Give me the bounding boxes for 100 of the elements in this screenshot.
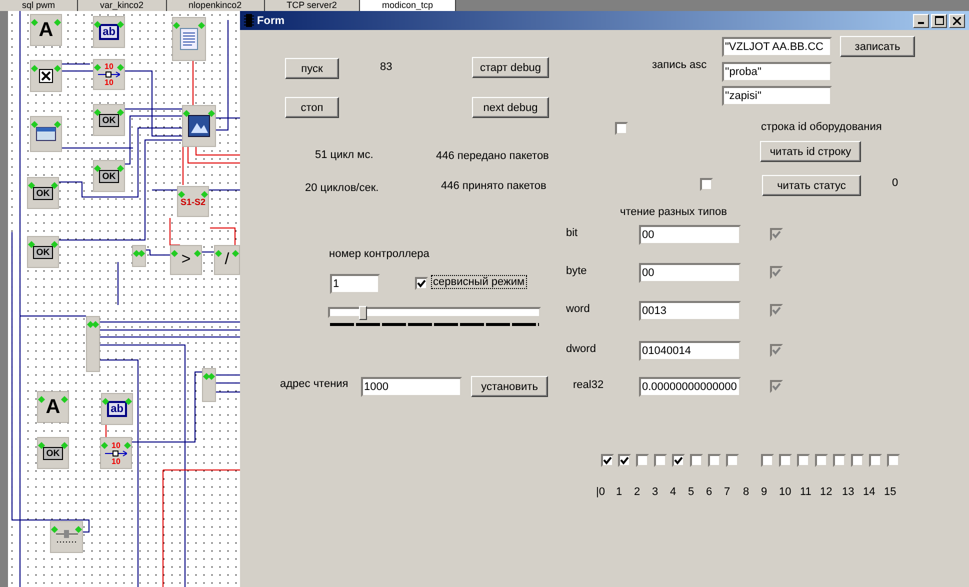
- diagram-block[interactable]: [182, 105, 216, 147]
- checkbox[interactable]: [618, 454, 631, 467]
- maximize-button[interactable]: [931, 14, 947, 28]
- checkbox[interactable]: [700, 178, 713, 191]
- block-glyph: A: [38, 18, 54, 42]
- document-tab[interactable]: sql pwm: [0, 0, 78, 11]
- document-tab[interactable]: TCP server2: [264, 0, 360, 11]
- bit-label: 5: [688, 486, 694, 498]
- block-glyph: ab: [106, 401, 128, 417]
- block-glyph: S1-S2: [180, 196, 206, 206]
- address-field[interactable]: 1000: [361, 377, 462, 397]
- checkbox[interactable]: [672, 454, 685, 467]
- minimize-button[interactable]: [913, 14, 929, 28]
- block-glyph: OK: [33, 186, 53, 200]
- maximize-icon: [934, 16, 944, 25]
- type-label: real32: [573, 379, 604, 391]
- bit-label: 6: [706, 486, 712, 498]
- checkbox[interactable]: [415, 277, 428, 290]
- bit-label: 15: [884, 486, 896, 498]
- bit-label: |0: [596, 486, 605, 498]
- block-value: 10: [104, 62, 114, 71]
- diagram-block[interactable]: [30, 60, 62, 92]
- arrow-icon: [98, 71, 120, 78]
- slider-thumb[interactable]: [359, 306, 368, 320]
- write-button[interactable]: записать: [840, 36, 915, 57]
- bit-label: 10: [779, 486, 792, 498]
- type-label: bit: [566, 227, 578, 239]
- diagram-block[interactable]: A: [30, 14, 62, 46]
- types-title: чтение разных типов: [620, 206, 727, 218]
- diagram-block[interactable]: >: [170, 245, 202, 275]
- checkbox[interactable]: [815, 454, 828, 467]
- debug-start-button[interactable]: старт debug: [472, 57, 549, 78]
- stop-button[interactable]: стоп: [285, 97, 339, 118]
- diagram-block[interactable]: /: [214, 245, 240, 275]
- bit-label: 13: [842, 486, 854, 498]
- asc-field[interactable]: ''zapisi'': [722, 86, 832, 106]
- bit-label: 2: [634, 486, 640, 498]
- checkbox[interactable]: [779, 454, 792, 467]
- bit-label: 9: [761, 486, 768, 498]
- bit-label: 8: [743, 486, 750, 498]
- asc-field[interactable]: "VZLJOT AA.BB.CC: [722, 37, 832, 57]
- set-button[interactable]: установить: [471, 376, 548, 397]
- diagram-block[interactable]: OK: [27, 177, 59, 209]
- checkbox[interactable]: [887, 454, 900, 467]
- checkbox[interactable]: [761, 454, 774, 467]
- type-label: dword: [566, 343, 596, 355]
- checkbox[interactable]: [726, 454, 739, 467]
- checkbox[interactable]: [851, 454, 864, 467]
- document-tab[interactable]: modicon_tcp: [360, 0, 456, 11]
- debug-next-button[interactable]: next debug: [472, 97, 549, 118]
- checkbox[interactable]: [869, 454, 882, 467]
- status-value: 0: [892, 177, 898, 189]
- type-label: byte: [566, 265, 587, 277]
- diagram-block[interactable]: ab: [101, 393, 133, 425]
- checkbox[interactable]: [797, 454, 810, 467]
- checkbox[interactable]: [636, 454, 649, 467]
- checkbox[interactable]: [601, 454, 614, 467]
- diagram-block[interactable]: OK: [93, 104, 125, 136]
- diagram-block[interactable]: [172, 17, 206, 61]
- document-tab[interactable]: var_kinco2: [78, 0, 167, 11]
- read-id-button[interactable]: читать id строку: [760, 141, 861, 162]
- document-tab[interactable]: nlopenkinco2: [166, 0, 265, 11]
- block-glyph: /: [224, 251, 230, 269]
- id-label: строка id оборудования: [761, 121, 882, 133]
- diagram-block[interactable]: S1-S2: [177, 186, 209, 217]
- checkbox[interactable]: [615, 122, 628, 135]
- slider-icon: [54, 530, 78, 544]
- checkbox-icon: [39, 69, 53, 83]
- bit-label: 7: [724, 486, 730, 498]
- counter-label: 83: [380, 61, 392, 73]
- checkbox[interactable]: [654, 454, 667, 467]
- controller-label: номер контроллера: [329, 248, 430, 260]
- type-label: word: [566, 303, 590, 315]
- stat-label: 446 принято пакетов: [441, 180, 546, 192]
- diagram-block[interactable]: [30, 116, 62, 152]
- checkbox[interactable]: [833, 454, 846, 467]
- diagram-block[interactable]: A: [37, 391, 69, 423]
- block-value: 10: [104, 78, 114, 87]
- block-glyph: OK: [33, 246, 53, 258]
- window-icon: [36, 127, 56, 141]
- bit-label: 12: [820, 486, 832, 498]
- read-status-button[interactable]: читать статус: [762, 175, 861, 196]
- controller-field[interactable]: 1: [330, 274, 380, 294]
- stat-label: 446 передано пакетов: [436, 150, 549, 162]
- diagram-block[interactable]: OK: [93, 160, 125, 192]
- arrow-icon: [105, 450, 127, 456]
- service-mode-label[interactable]: сервисный режим: [432, 276, 526, 288]
- diagram-block[interactable]: OK: [37, 437, 69, 469]
- diagram-block[interactable]: ab: [93, 16, 125, 48]
- block-glyph: OK: [43, 446, 63, 460]
- checkbox[interactable]: [690, 454, 703, 467]
- block-glyph: A: [46, 396, 60, 418]
- checkbox[interactable]: [708, 454, 721, 467]
- asc-field[interactable]: ''proba'': [722, 62, 832, 82]
- chip-icon: [244, 14, 254, 27]
- close-button[interactable]: [949, 14, 965, 28]
- block-value: 10: [112, 440, 120, 450]
- address-label: адрес чтения: [280, 378, 348, 390]
- start-button[interactable]: пуск: [285, 58, 339, 79]
- diagram-block[interactable]: OK: [27, 236, 59, 268]
